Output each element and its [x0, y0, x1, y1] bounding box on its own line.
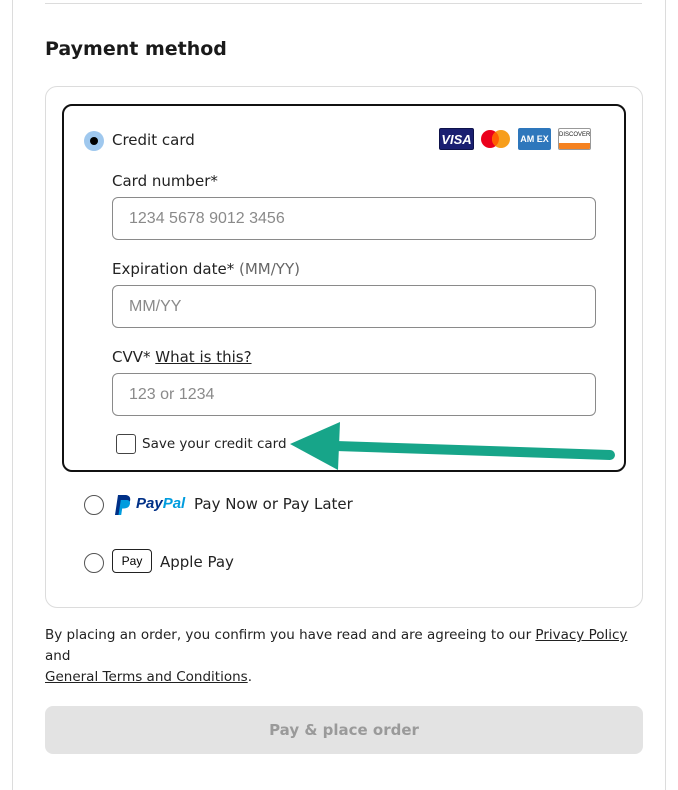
expiration-date-label: Expiration date* (MM/YY) — [112, 260, 300, 278]
place-order-button[interactable]: Pay & place order — [45, 706, 643, 754]
card-number-label: Card number* — [112, 172, 218, 190]
paypal-radio[interactable] — [84, 495, 104, 515]
save-card-label[interactable]: Save your credit card — [142, 436, 287, 452]
apple-pay-label[interactable]: Apple Pay — [160, 553, 234, 571]
save-card-checkbox[interactable] — [116, 434, 136, 454]
apple-pay-radio[interactable] — [84, 553, 104, 573]
paypal-logo: PayPal — [112, 493, 192, 517]
mastercard-icon — [479, 128, 512, 150]
top-divider — [45, 3, 642, 4]
privacy-policy-link[interactable]: Privacy Policy — [535, 627, 627, 643]
cvv-help-link[interactable]: What is this? — [155, 348, 251, 366]
discover-icon: DISCOVER — [558, 128, 591, 150]
credit-card-radio[interactable] — [84, 131, 104, 151]
order-agreement-text: By placing an order, you confirm you hav… — [45, 627, 628, 685]
payment-method-title: Payment method — [45, 38, 227, 60]
paypal-icon — [115, 495, 131, 515]
card-number-input[interactable] — [112, 197, 596, 240]
terms-link[interactable]: General Terms and Conditions — [45, 669, 248, 685]
expiration-date-input[interactable] — [112, 285, 596, 328]
paypal-label[interactable]: Pay Now or Pay Later — [194, 495, 353, 513]
apple-pay-badge: Pay — [112, 549, 152, 573]
cvv-input[interactable] — [112, 373, 596, 416]
visa-icon: VISA — [439, 128, 474, 150]
credit-card-label[interactable]: Credit card — [112, 131, 195, 149]
cvv-label: CVV* What is this? — [112, 348, 252, 366]
expiration-format-hint: (MM/YY) — [239, 260, 300, 278]
amex-icon: AM EX — [518, 128, 551, 150]
